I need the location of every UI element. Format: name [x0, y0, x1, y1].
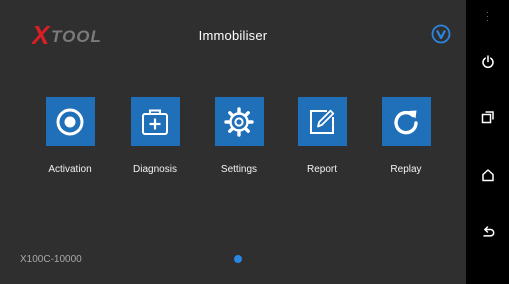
replay-tile[interactable] — [381, 97, 431, 146]
recent-apps-button[interactable] — [466, 97, 509, 137]
activation-tile[interactable] — [45, 97, 95, 146]
home-button[interactable] — [466, 155, 509, 195]
radio-target-icon — [56, 108, 84, 135]
system-nav-bar: · · · — [466, 0, 509, 284]
app-grid: Activation Diagnosis Settings Report Rep… — [0, 97, 466, 187]
diagnosis-app[interactable]: Diagnosis — [113, 97, 197, 175]
settings-app[interactable]: Settings — [197, 97, 281, 175]
back-button[interactable] — [466, 212, 509, 252]
page-title: Immobiliser — [198, 28, 268, 43]
diagnosis-tile[interactable] — [130, 97, 180, 146]
replay-app[interactable]: Replay — [364, 97, 448, 175]
power-button[interactable] — [466, 42, 509, 82]
replay-label: Replay — [390, 164, 422, 175]
recent-apps-icon — [481, 111, 494, 124]
settings-label: Settings — [220, 164, 258, 175]
activation-app[interactable]: Activation — [28, 97, 112, 175]
diagnosis-label: Diagnosis — [133, 164, 177, 175]
gear-icon — [224, 106, 254, 137]
edit-note-icon — [310, 109, 335, 134]
activation-label: Activation — [48, 164, 92, 175]
page-indicator-dot[interactable] — [234, 255, 242, 263]
launcher-screen: X TOOL Immobiliser Activation Diagnosis … — [0, 0, 466, 284]
back-icon — [482, 226, 494, 237]
medical-kit-icon — [142, 109, 168, 135]
refresh-icon — [394, 110, 418, 134]
report-label: Report — [306, 164, 337, 175]
settings-tile[interactable] — [214, 97, 264, 146]
menu-dots-icon[interactable]: · · · — [466, 8, 509, 25]
device-serial: X100C-10000 — [20, 254, 82, 265]
v-badge-icon[interactable] — [431, 24, 451, 44]
report-app[interactable]: Report — [280, 97, 364, 175]
home-icon — [481, 169, 494, 182]
report-tile[interactable] — [297, 97, 347, 146]
power-icon — [481, 55, 494, 69]
